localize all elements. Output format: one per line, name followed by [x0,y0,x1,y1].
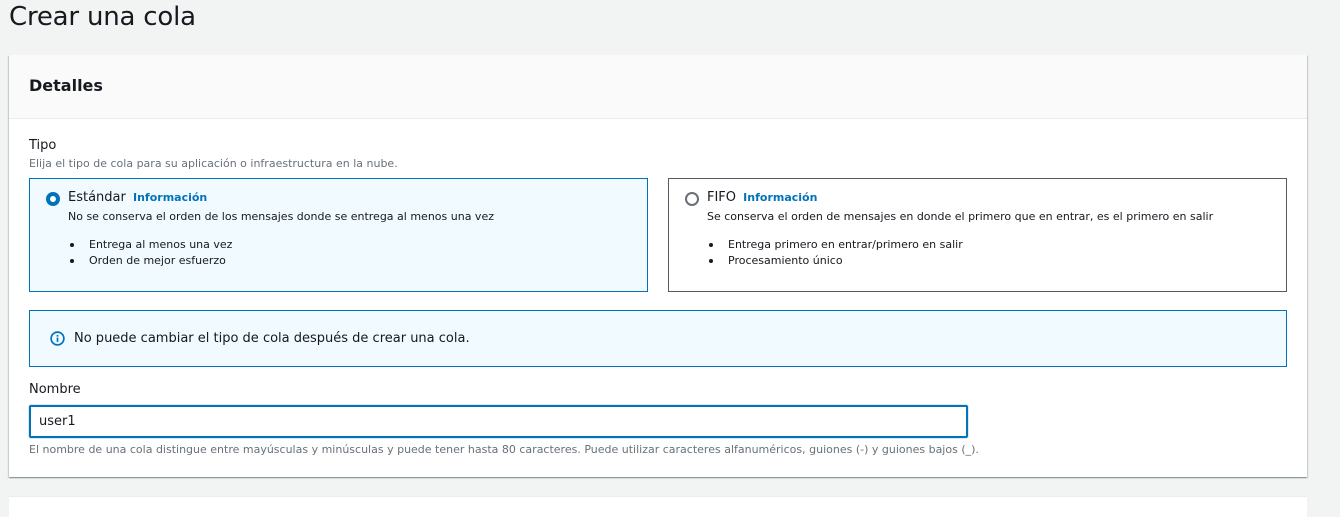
fifo-title-row: FIFO Información [707,189,817,207]
type-label: Tipo [29,138,57,153]
details-panel: Detalles Tipo Elija el tipo de cola para… [9,55,1307,477]
standard-radio[interactable] [46,192,60,206]
next-panel [9,496,1307,517]
type-description: Elija el tipo de cola para su aplicación… [29,157,398,170]
list-item: Procesamiento único [709,253,963,269]
standard-title: Estándar [68,190,126,205]
info-alert: No puede cambiar el tipo de cola después… [29,310,1287,367]
name-label: Nombre [29,382,81,397]
fifo-radio[interactable] [685,192,699,206]
queue-type-fifo-card[interactable]: FIFO Información Se conserva el orden de… [668,178,1287,292]
fifo-title: FIFO [707,190,737,205]
list-item: Entrega al menos una vez [70,237,232,253]
standard-title-row: Estándar Información [68,189,207,207]
fifo-bullets: Entrega primero en entrar/primero en sal… [709,237,963,269]
queue-type-standard-card[interactable]: Estándar Información No se conserva el o… [29,178,648,292]
info-icon [50,331,65,346]
standard-info-link[interactable]: Información [133,191,207,204]
alert-text: No puede cambiar el tipo de cola después… [74,331,470,346]
fifo-description: Se conserva el orden de mensajes en dond… [707,210,1214,223]
queue-name-input[interactable] [29,405,968,438]
standard-bullets: Entrega al menos una vez Orden de mejor … [70,237,232,269]
details-panel-header: Detalles [9,55,1307,119]
list-item: Entrega primero en entrar/primero en sal… [709,237,963,253]
fifo-info-link[interactable]: Información [743,191,817,204]
page-title: Crear una cola [9,2,196,32]
name-hint: El nombre de una cola distingue entre ma… [29,443,979,456]
standard-description: No se conserva el orden de los mensajes … [68,210,494,223]
details-panel-title: Detalles [29,76,103,95]
list-item: Orden de mejor esfuerzo [70,253,232,269]
